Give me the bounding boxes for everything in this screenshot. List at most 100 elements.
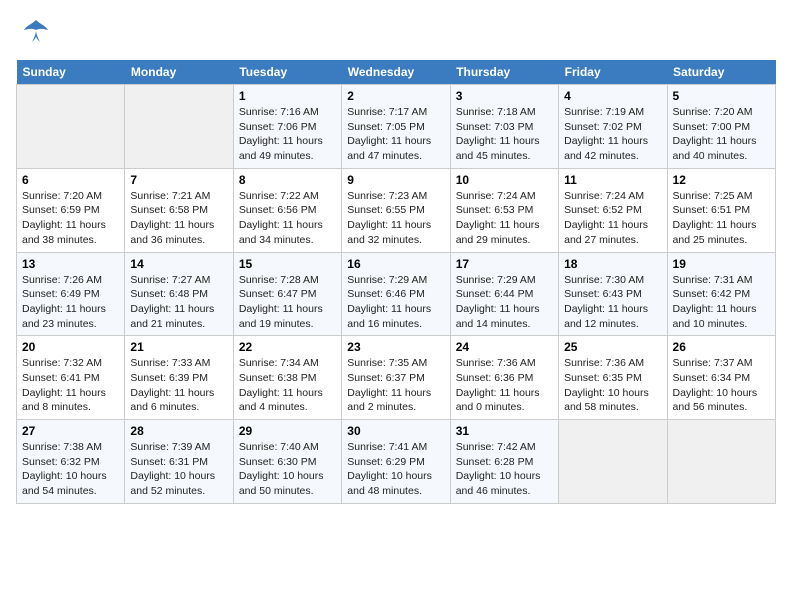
calendar-week-1: 6 Sunrise: 7:20 AM Sunset: 6:59 PM Daylig… (17, 168, 776, 252)
calendar-cell: 20 Sunrise: 7:32 AM Sunset: 6:41 PM Dayli… (17, 336, 125, 420)
day-content: Sunrise: 7:30 AM Sunset: 6:43 PM Dayligh… (564, 273, 661, 332)
day-number: 13 (22, 257, 119, 271)
day-number: 4 (564, 89, 661, 103)
calendar-cell: 18Sunrise: 7:30 AM Sunset: 6:43 PM Dayli… (559, 252, 667, 336)
calendar-cell: 9Sunrise: 7:23 AM Sunset: 6:55 PM Daylig… (342, 168, 450, 252)
day-number: 14 (130, 257, 227, 271)
calendar-cell: 6 Sunrise: 7:20 AM Sunset: 6:59 PM Daylig… (17, 168, 125, 252)
day-number: 25 (564, 340, 661, 354)
day-number: 8 (239, 173, 336, 187)
calendar-cell: 5Sunrise: 7:20 AM Sunset: 7:00 PM Daylig… (667, 85, 775, 169)
day-content: Sunrise: 7:21 AM Sunset: 6:58 PM Dayligh… (130, 189, 227, 248)
calendar-body: 1 Sunrise: 7:16 AM Sunset: 7:06 PM Daylig… (17, 85, 776, 504)
calendar-week-2: 13 Sunrise: 7:26 AM Sunset: 6:49 PM Dayli… (17, 252, 776, 336)
logo-bird-icon (22, 16, 50, 50)
calendar-cell: 19Sunrise: 7:31 AM Sunset: 6:42 PM Dayli… (667, 252, 775, 336)
calendar-cell: 30 Sunrise: 7:41 AM Sunset: 6:29 PM Dayli… (342, 420, 450, 504)
day-content: Sunrise: 7:36 AM Sunset: 6:35 PM Dayligh… (564, 356, 661, 415)
calendar-cell: 26Sunrise: 7:37 AM Sunset: 6:34 PM Dayli… (667, 336, 775, 420)
day-number: 15 (239, 257, 336, 271)
day-content: Sunrise: 7:16 AM Sunset: 7:06 PM Dayligh… (239, 105, 336, 164)
calendar-cell: 23 Sunrise: 7:35 AM Sunset: 6:37 PM Dayli… (342, 336, 450, 420)
calendar-cell: 1 Sunrise: 7:16 AM Sunset: 7:06 PM Daylig… (233, 85, 341, 169)
day-number: 23 (347, 340, 444, 354)
day-number: 10 (456, 173, 553, 187)
calendar-table: SundayMondayTuesdayWednesdayThursdayFrid… (16, 60, 776, 504)
calendar-cell: 29 Sunrise: 7:40 AM Sunset: 6:30 PM Dayli… (233, 420, 341, 504)
day-content: Sunrise: 7:24 AM Sunset: 6:52 PM Dayligh… (564, 189, 661, 248)
day-content: Sunrise: 7:18 AM Sunset: 7:03 PM Dayligh… (456, 105, 553, 164)
calendar-cell: 11 Sunrise: 7:24 AM Sunset: 6:52 PM Dayli… (559, 168, 667, 252)
day-content: Sunrise: 7:26 AM Sunset: 6:49 PM Dayligh… (22, 273, 119, 332)
day-content: Sunrise: 7:22 AM Sunset: 6:56 PM Dayligh… (239, 189, 336, 248)
day-number: 19 (673, 257, 770, 271)
calendar-cell: 14Sunrise: 7:27 AM Sunset: 6:48 PM Dayli… (125, 252, 233, 336)
calendar-cell: 25 Sunrise: 7:36 AM Sunset: 6:35 PM Dayli… (559, 336, 667, 420)
day-content: Sunrise: 7:40 AM Sunset: 6:30 PM Dayligh… (239, 440, 336, 499)
weekday-header-saturday: Saturday (667, 60, 775, 85)
calendar-cell (17, 85, 125, 169)
calendar-cell: 8 Sunrise: 7:22 AM Sunset: 6:56 PM Daylig… (233, 168, 341, 252)
calendar-cell: 13 Sunrise: 7:26 AM Sunset: 6:49 PM Dayli… (17, 252, 125, 336)
weekday-header-tuesday: Tuesday (233, 60, 341, 85)
day-content: Sunrise: 7:25 AM Sunset: 6:51 PM Dayligh… (673, 189, 770, 248)
day-number: 17 (456, 257, 553, 271)
calendar-week-0: 1 Sunrise: 7:16 AM Sunset: 7:06 PM Daylig… (17, 85, 776, 169)
weekday-header-friday: Friday (559, 60, 667, 85)
day-content: Sunrise: 7:20 AM Sunset: 6:59 PM Dayligh… (22, 189, 119, 248)
day-content: Sunrise: 7:39 AM Sunset: 6:31 PM Dayligh… (130, 440, 227, 499)
day-content: Sunrise: 7:24 AM Sunset: 6:53 PM Dayligh… (456, 189, 553, 248)
day-content: Sunrise: 7:38 AM Sunset: 6:32 PM Dayligh… (22, 440, 119, 499)
day-number: 3 (456, 89, 553, 103)
calendar-cell: 2Sunrise: 7:17 AM Sunset: 7:05 PM Daylig… (342, 85, 450, 169)
day-content: Sunrise: 7:35 AM Sunset: 6:37 PM Dayligh… (347, 356, 444, 415)
page-header (16, 16, 776, 50)
day-number: 30 (347, 424, 444, 438)
weekday-header-monday: Monday (125, 60, 233, 85)
calendar-week-3: 20 Sunrise: 7:32 AM Sunset: 6:41 PM Dayli… (17, 336, 776, 420)
day-content: Sunrise: 7:36 AM Sunset: 6:36 PM Dayligh… (456, 356, 553, 415)
calendar-cell: 16 Sunrise: 7:29 AM Sunset: 6:46 PM Dayli… (342, 252, 450, 336)
logo (16, 16, 50, 50)
day-number: 24 (456, 340, 553, 354)
calendar-cell (559, 420, 667, 504)
day-number: 28 (130, 424, 227, 438)
calendar-cell: 22Sunrise: 7:34 AM Sunset: 6:38 PM Dayli… (233, 336, 341, 420)
day-number: 6 (22, 173, 119, 187)
weekday-header-sunday: Sunday (17, 60, 125, 85)
day-content: Sunrise: 7:20 AM Sunset: 7:00 PM Dayligh… (673, 105, 770, 164)
day-number: 1 (239, 89, 336, 103)
day-number: 16 (347, 257, 444, 271)
day-content: Sunrise: 7:33 AM Sunset: 6:39 PM Dayligh… (130, 356, 227, 415)
weekday-header-wednesday: Wednesday (342, 60, 450, 85)
day-content: Sunrise: 7:17 AM Sunset: 7:05 PM Dayligh… (347, 105, 444, 164)
day-number: 7 (130, 173, 227, 187)
day-content: Sunrise: 7:19 AM Sunset: 7:02 PM Dayligh… (564, 105, 661, 164)
calendar-cell: 28 Sunrise: 7:39 AM Sunset: 6:31 PM Dayli… (125, 420, 233, 504)
day-number: 20 (22, 340, 119, 354)
day-number: 22 (239, 340, 336, 354)
calendar-cell: 15 Sunrise: 7:28 AM Sunset: 6:47 PM Dayli… (233, 252, 341, 336)
calendar-cell: 7 Sunrise: 7:21 AM Sunset: 6:58 PM Daylig… (125, 168, 233, 252)
day-number: 9 (347, 173, 444, 187)
day-content: Sunrise: 7:28 AM Sunset: 6:47 PM Dayligh… (239, 273, 336, 332)
day-number: 12 (673, 173, 770, 187)
calendar-cell (125, 85, 233, 169)
calendar-cell: 24 Sunrise: 7:36 AM Sunset: 6:36 PM Dayli… (450, 336, 558, 420)
weekday-header-thursday: Thursday (450, 60, 558, 85)
day-number: 11 (564, 173, 661, 187)
weekday-header-row: SundayMondayTuesdayWednesdayThursdayFrid… (17, 60, 776, 85)
calendar-cell: 3 Sunrise: 7:18 AM Sunset: 7:03 PM Daylig… (450, 85, 558, 169)
day-number: 29 (239, 424, 336, 438)
day-number: 31 (456, 424, 553, 438)
day-content: Sunrise: 7:37 AM Sunset: 6:34 PM Dayligh… (673, 356, 770, 415)
day-content: Sunrise: 7:32 AM Sunset: 6:41 PM Dayligh… (22, 356, 119, 415)
calendar-cell: 12 Sunrise: 7:25 AM Sunset: 6:51 PM Dayli… (667, 168, 775, 252)
calendar-cell: 10 Sunrise: 7:24 AM Sunset: 6:53 PM Dayli… (450, 168, 558, 252)
day-content: Sunrise: 7:29 AM Sunset: 6:46 PM Dayligh… (347, 273, 444, 332)
day-content: Sunrise: 7:41 AM Sunset: 6:29 PM Dayligh… (347, 440, 444, 499)
calendar-cell: 21Sunrise: 7:33 AM Sunset: 6:39 PM Dayli… (125, 336, 233, 420)
calendar-cell (667, 420, 775, 504)
day-content: Sunrise: 7:42 AM Sunset: 6:28 PM Dayligh… (456, 440, 553, 499)
calendar-cell: 27Sunrise: 7:38 AM Sunset: 6:32 PM Dayli… (17, 420, 125, 504)
